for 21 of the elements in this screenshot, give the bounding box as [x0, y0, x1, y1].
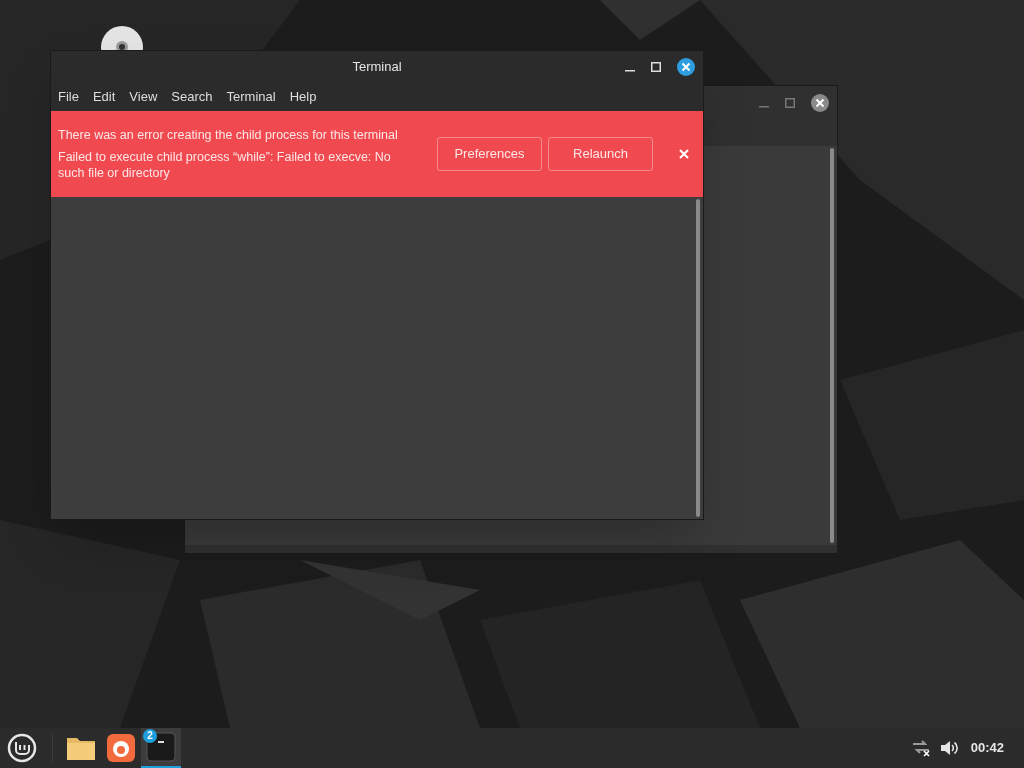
close-icon[interactable] — [677, 58, 695, 76]
error-message: There was an error creating the child process for this terminal — [58, 127, 399, 143]
menu-item[interactable]: Help — [289, 87, 317, 107]
menu-item[interactable]: View — [129, 87, 158, 107]
error-message: Failed to execute child process “while”: Failed to execve: No such file or directory — [58, 149, 392, 181]
window-count-badge: 2 — [143, 729, 157, 743]
clock[interactable]: 00:42 — [970, 738, 1004, 758]
scrollbar[interactable] — [696, 199, 700, 517]
close-icon[interactable] — [811, 94, 829, 112]
mint-logo-icon — [7, 733, 37, 763]
menu-item[interactable]: File — [58, 87, 79, 107]
network-disconnected-icon[interactable] — [910, 739, 931, 757]
window-title: Terminal — [352, 58, 402, 77]
menu-item[interactable]: Terminal — [226, 87, 276, 107]
scrollbar[interactable] — [830, 148, 834, 543]
terminal-icon — [146, 732, 176, 762]
menu-item[interactable]: Search — [171, 87, 213, 107]
folder-icon — [66, 735, 96, 761]
volume-icon[interactable] — [938, 739, 959, 757]
menu-item[interactable]: Edit — [92, 87, 116, 107]
browser-icon — [107, 734, 135, 762]
